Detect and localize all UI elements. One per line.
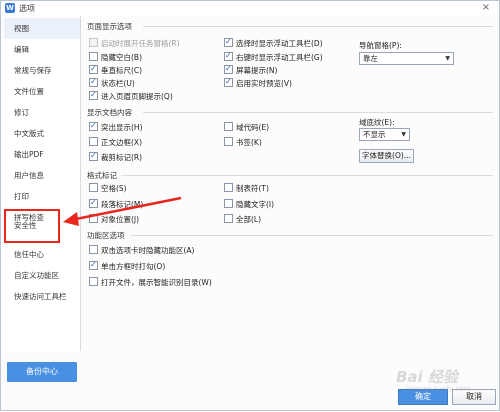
red-arrow-annotation [63,196,182,226]
arrow-shaft [70,196,182,222]
options-dialog: W 选项 × 视图 编辑 常规与保存 文件位置 修订 中文版式 输出PDF 用户… [0,0,500,411]
arrow-head [63,212,79,226]
